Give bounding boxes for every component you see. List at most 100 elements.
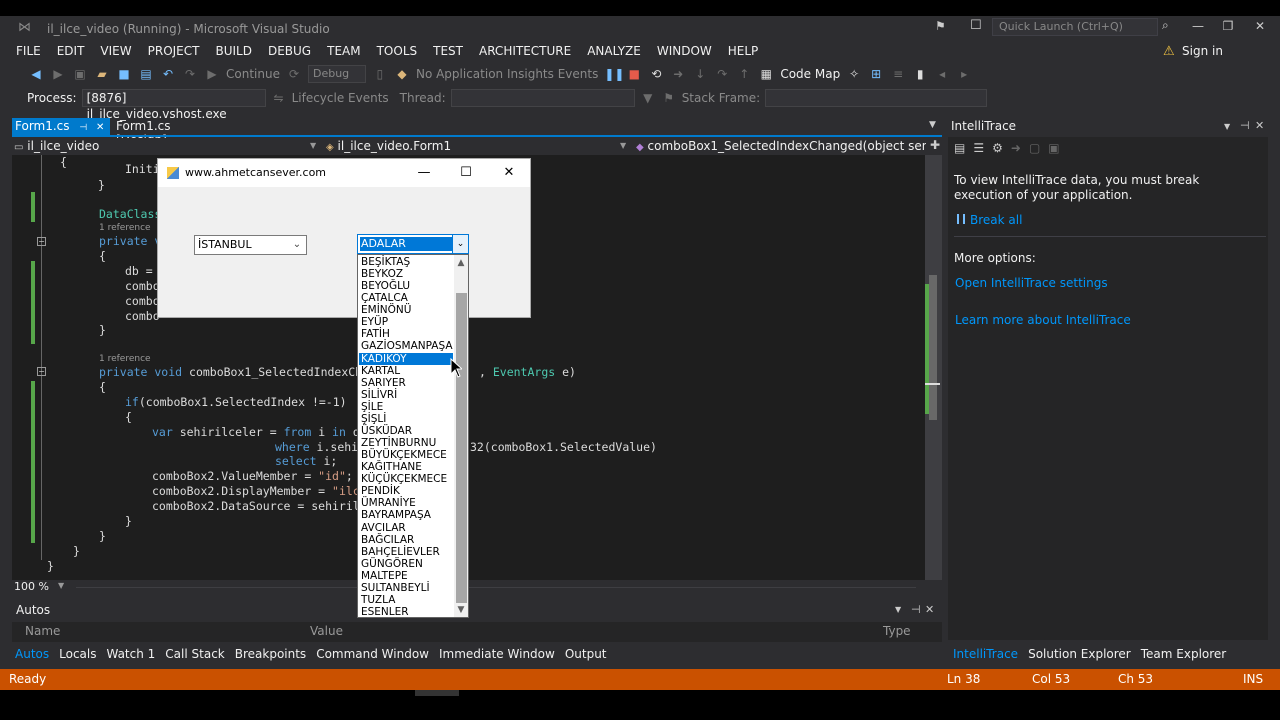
menu-team[interactable]: TEAM bbox=[319, 40, 368, 62]
class-select[interactable]: ◈ il_ilce_video.Form1 bbox=[326, 138, 626, 154]
stack-frame-select[interactable] bbox=[765, 89, 988, 107]
continue-button[interactable]: Continue bbox=[226, 67, 280, 81]
code-map-button[interactable]: Code Map bbox=[780, 67, 840, 81]
dropdown-item[interactable]: EMİNÖNÜ bbox=[359, 304, 453, 316]
dropdown-item[interactable]: BAYRAMPAŞA bbox=[359, 509, 453, 521]
dropdown-item[interactable]: ZEYTİNBURNU bbox=[359, 437, 453, 449]
dropdown-item[interactable]: PENDİK bbox=[359, 485, 453, 497]
tab-output[interactable]: Output bbox=[560, 645, 612, 663]
open-settings-link[interactable]: Open IntelliTrace settings bbox=[955, 276, 1108, 290]
menu-tools[interactable]: TOOLS bbox=[369, 40, 426, 62]
pin-icon[interactable]: ⊣ bbox=[911, 603, 921, 616]
menu-window[interactable]: WINDOW bbox=[649, 40, 720, 62]
dropdown-item[interactable]: SARIYER bbox=[359, 377, 453, 389]
dropdown-item[interactable]: SİLİVRİ bbox=[359, 389, 453, 401]
insights-label[interactable]: No Application Insights Events bbox=[416, 67, 598, 81]
close-icon[interactable]: ✕ bbox=[1255, 119, 1264, 132]
calls-view-icon[interactable]: ☰ bbox=[973, 141, 984, 155]
refresh-icon[interactable]: ⟳ bbox=[286, 66, 302, 82]
menu-file[interactable]: FILE bbox=[8, 40, 49, 62]
pause-icon[interactable]: ❚❚ bbox=[604, 66, 624, 82]
column-name[interactable]: Name bbox=[25, 624, 60, 638]
tab-autos[interactable]: Autos bbox=[10, 645, 54, 663]
step-into-icon[interactable]: ↓ bbox=[692, 66, 708, 82]
bookmark-icon[interactable]: ⊞ bbox=[868, 66, 884, 82]
events-view-icon[interactable]: ▤ bbox=[954, 141, 965, 155]
chevron-down-icon[interactable]: ▼ bbox=[1224, 122, 1230, 131]
dropdown-item[interactable]: KÜÇÜKÇEKMECE bbox=[359, 473, 453, 485]
code-map-icon[interactable]: ▦ bbox=[758, 66, 774, 82]
new-project-icon[interactable]: ▣ bbox=[72, 66, 88, 82]
form-title-bar[interactable]: www.ahmetcansever.com — ☐ ✕ bbox=[158, 159, 530, 187]
lifecycle-events-button[interactable]: Lifecycle Events bbox=[292, 91, 389, 105]
tab-form1-design[interactable]: Form1.cs [Design] ▪ bbox=[113, 118, 223, 147]
minimize-button[interactable]: — bbox=[1188, 18, 1208, 34]
dropdown-scrollbar-thumb[interactable] bbox=[456, 293, 467, 603]
dropdown-item[interactable]: GÜNGÖREN bbox=[359, 558, 453, 570]
stop-icon[interactable]: ■ bbox=[626, 66, 642, 82]
quick-launch-input[interactable]: Quick Launch (Ctrl+Q) bbox=[992, 18, 1158, 36]
menu-help[interactable]: HELP bbox=[720, 40, 767, 62]
dropdown-item[interactable]: BEŞİKTAŞ bbox=[359, 256, 453, 268]
dropdown-item[interactable]: BEYOĞLU bbox=[359, 280, 453, 292]
close-icon[interactable]: ✕ bbox=[925, 603, 934, 616]
dropdown-item[interactable]: ÜMRANİYE bbox=[359, 497, 453, 509]
tab-solution-explorer[interactable]: Solution Explorer bbox=[1023, 645, 1136, 663]
back-icon[interactable]: ◀ bbox=[28, 66, 44, 82]
device-icon[interactable]: ▯ bbox=[372, 66, 388, 82]
collapse-icon[interactable]: − bbox=[37, 237, 46, 246]
menu-architecture[interactable]: ARCHITECTURE bbox=[471, 40, 579, 62]
tab-team-explorer[interactable]: Team Explorer bbox=[1136, 645, 1232, 663]
dropdown-item[interactable]: AVCILAR bbox=[359, 522, 453, 534]
sign-in-link[interactable]: Sign in bbox=[1182, 44, 1223, 58]
save-icon[interactable]: ■ bbox=[116, 66, 132, 82]
dropdown-item[interactable]: EYÜP bbox=[359, 316, 453, 328]
dropdown-item[interactable]: ESENLER bbox=[359, 606, 453, 617]
scrollbar-thumb[interactable] bbox=[929, 275, 937, 420]
process-select[interactable]: [8876] il_ilce_video.vshost.exe bbox=[81, 89, 266, 121]
tab-command-window[interactable]: Command Window bbox=[311, 645, 434, 663]
feedback-icon[interactable]: ☐ bbox=[970, 18, 982, 33]
form-maximize-button[interactable]: ☐ bbox=[451, 163, 481, 183]
search-icon[interactable]: ⌕ bbox=[1162, 18, 1169, 33]
dropdown-item[interactable]: BAHÇELİEVLER bbox=[359, 546, 453, 558]
dropdown-item[interactable]: FATİH bbox=[359, 328, 453, 340]
district-dropdown-list[interactable]: ▲ ▼ BEŞİKTAŞ BEYKOZ BEYOĞLU ÇATALCA EMİNÖNÜ E… bbox=[357, 254, 469, 618]
scroll-down-icon[interactable]: ▼ bbox=[454, 603, 468, 617]
tools-icon[interactable]: ✧ bbox=[846, 66, 862, 82]
menu-build[interactable]: BUILD bbox=[207, 40, 259, 62]
learn-more-link[interactable]: Learn more about IntelliTrace bbox=[955, 313, 1131, 327]
bookmark-prev-icon[interactable]: ◂ bbox=[934, 66, 950, 82]
tab-intellitrace[interactable]: IntelliTrace bbox=[948, 645, 1023, 663]
save-all-icon[interactable]: ▤ bbox=[138, 66, 154, 82]
redo-icon[interactable]: ↷ bbox=[182, 66, 198, 82]
tab-call-stack[interactable]: Call Stack bbox=[160, 645, 229, 663]
menu-debug[interactable]: DEBUG bbox=[260, 40, 319, 62]
scroll-up-icon[interactable]: ▲ bbox=[454, 256, 468, 270]
zoom-select[interactable]: 100 % bbox=[14, 580, 49, 593]
dropdown-item[interactable]: BÜYÜKÇEKMECE bbox=[359, 449, 453, 461]
column-type[interactable]: Type bbox=[883, 624, 911, 638]
menu-test[interactable]: TEST bbox=[425, 40, 471, 62]
show-next-statement-icon[interactable]: ➜ bbox=[670, 66, 686, 82]
step-over-icon[interactable]: ↷ bbox=[714, 66, 730, 82]
restart-icon[interactable]: ⟲ bbox=[648, 66, 664, 82]
save-icon[interactable]: ▣ bbox=[1048, 141, 1059, 155]
lifecycle-icon[interactable]: ⇋ bbox=[271, 90, 287, 106]
tab-form1-cs[interactable]: Form1.cs ⊣ ✕ bbox=[12, 118, 110, 135]
chevron-down-icon[interactable]: ▼ bbox=[895, 605, 901, 614]
menu-edit[interactable]: EDIT bbox=[49, 40, 93, 62]
notification-icon[interactable]: ⚑ bbox=[935, 19, 946, 33]
dropdown-item[interactable]: GAZİOSMANPAŞA bbox=[359, 340, 453, 352]
dropdown-item[interactable]: KAĞITHANE bbox=[359, 461, 453, 473]
project-select[interactable]: ▭ il_ilce_video bbox=[14, 138, 314, 154]
chevron-down-icon[interactable]: ⌄ bbox=[452, 235, 468, 253]
collapse-icon[interactable]: − bbox=[37, 367, 46, 376]
insights-icon[interactable]: ◆ bbox=[394, 66, 410, 82]
tab-breakpoints[interactable]: Breakpoints bbox=[230, 645, 311, 663]
thread-select[interactable] bbox=[450, 89, 635, 107]
chevron-down-icon[interactable]: ▼ bbox=[58, 581, 64, 590]
chevron-down-icon[interactable]: ⌄ bbox=[290, 237, 304, 253]
dropdown-item[interactable]: ÜSKÜDAR bbox=[359, 425, 453, 437]
dropdown-item[interactable]: KADIKÖY bbox=[359, 352, 453, 365]
